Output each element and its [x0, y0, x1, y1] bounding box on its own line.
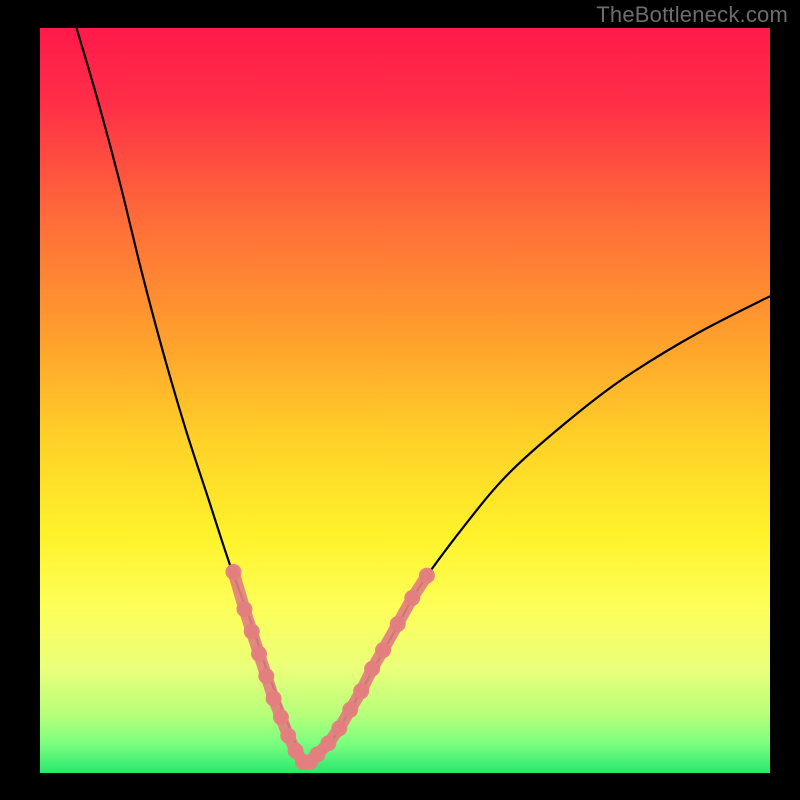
marker-dot: [375, 642, 391, 658]
marker-dot: [225, 564, 241, 580]
plot-background: [40, 28, 770, 773]
marker-dot: [331, 720, 347, 736]
marker-dot: [244, 623, 260, 639]
chart-frame: TheBottleneck.com: [0, 0, 800, 800]
marker-dot: [280, 728, 296, 744]
marker-dot: [266, 691, 282, 707]
marker-dot: [419, 568, 435, 584]
bottleneck-chart: [0, 0, 800, 800]
marker-dot: [251, 646, 267, 662]
marker-dot: [320, 735, 336, 751]
marker-dot: [342, 702, 358, 718]
marker-dot: [258, 668, 274, 684]
marker-dot: [273, 709, 289, 725]
watermark-text: TheBottleneck.com: [596, 2, 788, 28]
marker-dot: [364, 661, 380, 677]
marker-dot: [390, 616, 406, 632]
marker-dot: [236, 601, 252, 617]
marker-dot: [404, 590, 420, 606]
marker-dot: [353, 683, 369, 699]
